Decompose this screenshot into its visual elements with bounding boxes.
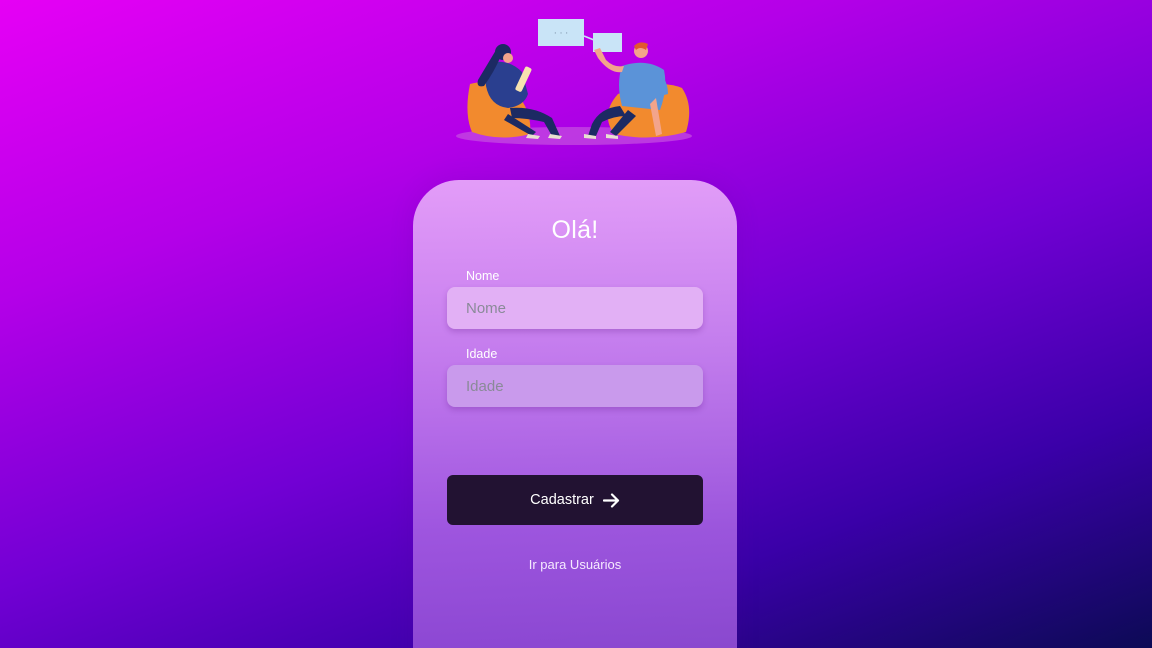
name-label: Nome xyxy=(466,269,500,283)
name-input[interactable] xyxy=(447,287,703,329)
arrow-right-icon xyxy=(602,492,619,508)
submit-button[interactable]: Cadastrar xyxy=(447,475,703,525)
submit-button-label: Cadastrar xyxy=(530,492,594,508)
age-label: Idade xyxy=(466,347,498,361)
signup-card: Olá! Nome Idade Cadastrar Ir para Usuári… xyxy=(413,180,737,648)
people-conversation-illustration: · · · xyxy=(450,14,702,150)
age-input[interactable] xyxy=(447,365,703,407)
speech-bubble-text: · · · xyxy=(554,29,568,39)
users-link[interactable]: Ir para Usuários xyxy=(413,557,737,572)
page-title: Olá! xyxy=(551,216,599,244)
